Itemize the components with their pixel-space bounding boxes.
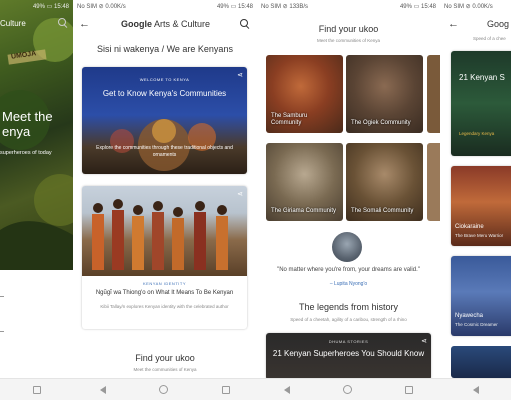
community-tile-label: The Somali Community (351, 208, 414, 215)
hero-card-subtitle: The Brave Meru Warrior (455, 233, 504, 238)
section-subtitle: Speed of a cheetah, agility of a caribou… (290, 317, 407, 322)
panel-home-screen: UMOJA 49% ▭ 15:48 Culture Meet the enya … (0, 0, 73, 400)
nav-bar (0, 378, 73, 400)
community-tile-giriama[interactable]: The Giriama Community (266, 143, 343, 221)
nav-back-icon[interactable] (283, 385, 290, 394)
hero-card[interactable]: Nyawecha The Cosmic Dreamer (451, 256, 511, 336)
app-title-fragment: Goog (487, 19, 510, 29)
community-tile-somali[interactable]: The Somali Community (346, 143, 423, 221)
panel-find-ukoo: No SIM ⊘ 133B/s 49% ▭ 15:48 Find your uk… (257, 0, 440, 400)
status-bar: No SIM ⊘ 133B/s 49% ▭ 15:48 (257, 0, 440, 13)
appbar-title-fragment: Culture (0, 19, 26, 28)
nav-home-icon[interactable] (159, 385, 169, 394)
status-bar: 49% ▭ 15:48 (0, 0, 73, 13)
status-left: No SIM ⊘ 0.00K/s (77, 4, 126, 10)
quote-author[interactable]: – Lupita Nyong'o (257, 281, 440, 287)
nav-back-icon[interactable] (472, 385, 479, 394)
community-tile-ogiek[interactable]: The Ogiek Community (346, 55, 423, 133)
story-card-communities[interactable]: WELCOME TO KENYA Get to Know Kenya's Com… (82, 67, 247, 174)
app-title-brand: Google (120, 19, 152, 29)
nav-bar (257, 378, 440, 400)
nav-recent-icon[interactable] (222, 385, 231, 394)
status-left: No SIM ⊘ 0.00K/s (444, 4, 493, 10)
quote-text: "No matter where you're from, your dream… (277, 267, 420, 273)
status-right: 49% ▭ 15:48 (399, 4, 436, 10)
community-tile-samburu[interactable]: The Samburu Community (266, 55, 343, 133)
hero-subtitle: superheroes of today (0, 150, 52, 156)
page-heading: Find your ukoo (318, 24, 379, 34)
search-icon[interactable] (58, 18, 69, 29)
community-tile-label: The Ogiek Community (351, 120, 411, 127)
card-title: Ngũgĩ wa Thiong'o on What It Means To Be… (95, 290, 234, 296)
community-tile-label: The Giriama Community (271, 208, 337, 215)
hero-title-line2: enya (2, 123, 31, 139)
screenshot-collage: UMOJA 49% ▭ 15:48 Culture Meet the enya … (0, 0, 511, 400)
nav-recent-icon[interactable] (405, 385, 414, 394)
status-right: 49% ▭ 15:48 (32, 4, 69, 10)
nav-bar (73, 378, 257, 400)
share-icon[interactable]: ⋖ (421, 337, 427, 345)
nav-bar (440, 378, 511, 400)
card-artwork (92, 199, 228, 270)
hero-card[interactable]: Ciokaraine The Brave Meru Warrior (451, 166, 511, 246)
panel-superheroes: No SIM ⊘ 0.00K/s ← Goog Speed of a chee … (440, 0, 511, 400)
status-bar: No SIM ⊘ 0.00K/s 49% ▭ 15:48 (73, 0, 257, 13)
story-card-superheroes[interactable]: DHUMA STORIES 21 Kenyan Superheroes You … (266, 333, 431, 380)
card-title: Get to Know Kenya's Communities (102, 89, 227, 98)
section-title: The legends from history (298, 302, 399, 312)
back-arrow-icon[interactable]: ← (448, 18, 459, 30)
page-subtitle: Speed of a chee (473, 36, 506, 41)
hero-card-title: Ciokaraine (455, 224, 484, 230)
section-subtitle: Meet the communities of Kenya (133, 367, 197, 372)
card-kicker: KENYAN IDENTITY (143, 281, 186, 286)
status-right: 49% ▭ 15:48 (216, 4, 253, 10)
panel-kenya-home: No SIM ⊘ 0.00K/s 49% ▭ 15:48 ← Google Ar… (73, 0, 257, 400)
hero-card[interactable]: 21 Kenyan S Legendary Kenya (451, 51, 511, 156)
section-title: Find your ukoo (135, 353, 195, 363)
card-kicker: WELCOME TO KENYA (139, 77, 190, 82)
card-kicker: DHUMA STORIES (328, 339, 369, 344)
hero-card-title: Nyawecha (455, 313, 484, 319)
hero-card-subtitle: The Cosmic Dreamer (455, 322, 498, 327)
share-icon[interactable]: ⋖ (237, 71, 243, 79)
hero-title-line1: Meet the (2, 109, 53, 124)
nav-home-icon[interactable] (342, 385, 352, 394)
app-bar: ← Goog (440, 13, 511, 35)
app-bar: ← Google Arts & Culture (73, 13, 257, 35)
list-divider (0, 331, 4, 332)
avatar (332, 232, 362, 262)
nav-back-icon[interactable] (99, 385, 106, 394)
community-tile-label: The Samburu Community (271, 113, 308, 127)
story-card-identity[interactable]: ⋖ KENYAN IDENTITY Ngũgĩ wa Thiong'o on W… (82, 186, 247, 329)
list-divider (0, 296, 4, 297)
hero-card-partial[interactable] (451, 346, 511, 378)
community-tile-partial[interactable] (427, 55, 440, 133)
nav-recent-icon[interactable] (32, 385, 41, 394)
card-description: Kibii Tallay/n explores Kenyan identity … (100, 304, 229, 309)
hero-title: Meet the enya (2, 109, 53, 140)
card-description: Explore the communities through these tr… (96, 145, 233, 158)
back-arrow-icon[interactable]: ← (79, 18, 91, 30)
status-bar: No SIM ⊘ 0.00K/s (440, 0, 511, 13)
share-icon[interactable]: ⋖ (237, 190, 243, 198)
status-left: No SIM ⊘ 133B/s (261, 4, 309, 10)
app-title-rest: Arts & Culture (151, 19, 211, 29)
page-heading: Sisi ni wakenya / We are Kenyans (97, 44, 233, 54)
page-subtitle: Meet the communities of Kenya (316, 38, 381, 43)
hero-card-subtitle: Legendary Kenya (459, 131, 495, 136)
card-image (82, 186, 247, 276)
app-title: Google Arts & Culture (91, 19, 240, 29)
hero-card-title: 21 Kenyan S (459, 73, 505, 82)
community-tile-partial[interactable] (427, 143, 440, 221)
card-title: 21 Kenyan Superheroes You Should Know (272, 349, 425, 358)
search-icon[interactable] (240, 18, 251, 30)
